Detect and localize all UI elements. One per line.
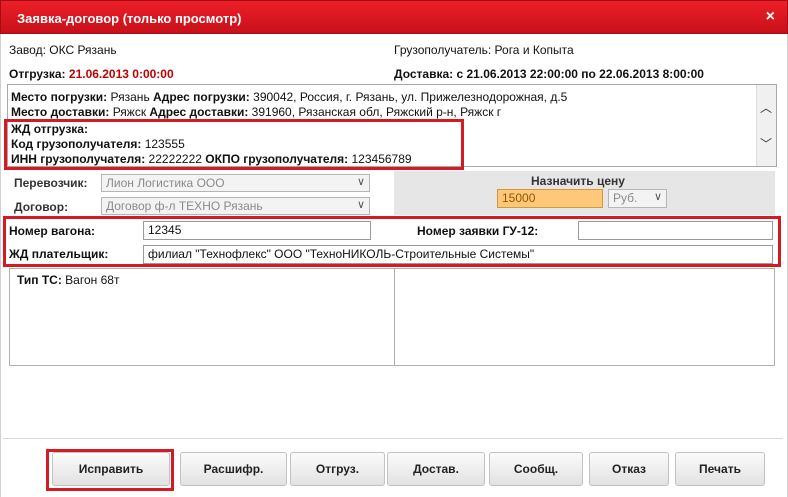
shipment-value: 21.06.2013 0:00:00 — [68, 67, 174, 81]
plant-label: Завод: — [9, 43, 46, 57]
consignee-value: Рога и Копыта — [494, 43, 574, 57]
decode-button[interactable]: Расшифр. — [180, 452, 287, 486]
load-addr-value: 390042, Россия, г. Рязань, ул. Прижелезн… — [253, 90, 568, 104]
footer-divider — [3, 438, 783, 439]
ts-type-label: Тип ТС: — [17, 273, 62, 287]
info-scrollbar[interactable]: ︿ ﹀ — [756, 85, 776, 166]
chevron-down-icon: ∨ — [653, 191, 662, 203]
scroll-down-icon[interactable]: ﹀ — [760, 135, 772, 152]
scroll-up-icon[interactable]: ︿ — [760, 99, 772, 116]
chevron-down-icon: ∨ — [356, 176, 365, 188]
load-line: Место погрузки: Рязань Адрес погрузки: 3… — [11, 90, 567, 104]
message-button[interactable]: Сообщ. — [489, 452, 583, 486]
load-addr-label: Адрес погрузки: — [153, 90, 250, 104]
print-button[interactable]: Печать — [675, 452, 765, 486]
right-panel — [394, 268, 775, 366]
delivery-row: Доставка: с 21.06.2013 22:00:00 по 22.06… — [394, 67, 704, 81]
ship-button[interactable]: Отгруз. — [290, 452, 385, 486]
reject-button[interactable]: Отказ — [589, 452, 669, 486]
consignee-label: Грузополучатель: — [394, 43, 492, 57]
load-place-label: Место погрузки: — [11, 90, 108, 104]
plant-row: Завод: ОКС Рязань — [9, 43, 117, 57]
shipment-row: Отгрузка: 21.06.2013 0:00:00 — [9, 67, 174, 81]
contract-value: Договор ф-л ТЕХНО Рязань — [106, 199, 263, 213]
deliv-place-value: Ряжск — [112, 105, 147, 119]
contract-select[interactable]: Договор ф-л ТЕХНО Рязань ∨ — [101, 197, 370, 215]
deliver-button[interactable]: Достав. — [387, 452, 485, 486]
price-title: Назначить цену — [531, 174, 625, 188]
currency-select[interactable]: Руб. ∨ — [608, 189, 667, 208]
delivery-label: Доставка: — [394, 67, 454, 81]
deliv-place-label: Место доставки: — [11, 105, 110, 119]
load-place-value: Рязань — [110, 90, 150, 104]
price-input[interactable]: 15000 — [497, 189, 603, 208]
highlight-rail-info — [4, 119, 464, 170]
delivery-place-line: Место доставки: Ряжск Адрес доставки: 39… — [11, 105, 501, 119]
ts-type-row: Тип ТС: Вагон 68т — [17, 273, 119, 287]
window-titlebar: Заявка-договор (только просмотр) × — [0, 0, 788, 34]
deliv-addr-value: 391960, Рязанская обл, Ряжский р-н, Ряжс… — [251, 105, 502, 119]
delivery-value: с 21.06.2013 22:00:00 по 22.06.2013 8:00… — [456, 67, 704, 81]
carrier-value: Лион Логистика ООО — [106, 176, 225, 190]
contract-label: Договор: — [14, 200, 69, 214]
ts-type-value: Вагон 68т — [65, 273, 120, 287]
consignee-row: Грузополучатель: Рога и Копыта — [394, 43, 574, 57]
currency-value: Руб. — [613, 191, 638, 205]
carrier-label: Перевозчик: — [14, 176, 88, 190]
carrier-select[interactable]: Лион Логистика ООО ∨ — [101, 174, 370, 192]
close-icon[interactable]: × — [766, 8, 775, 26]
shipment-label: Отгрузка: — [9, 67, 66, 81]
window-title: Заявка-договор (только просмотр) — [17, 11, 242, 26]
price-panel: Назначить цену 15000 Руб. ∨ — [394, 171, 775, 215]
plant-value: ОКС Рязань — [49, 43, 117, 57]
chevron-down-icon: ∨ — [356, 199, 365, 211]
highlight-wagon-payer — [3, 216, 781, 267]
deliv-addr-label: Адрес доставки: — [149, 105, 249, 119]
highlight-fix-button — [46, 449, 174, 491]
ts-panel: Тип ТС: Вагон 68т — [9, 268, 395, 366]
